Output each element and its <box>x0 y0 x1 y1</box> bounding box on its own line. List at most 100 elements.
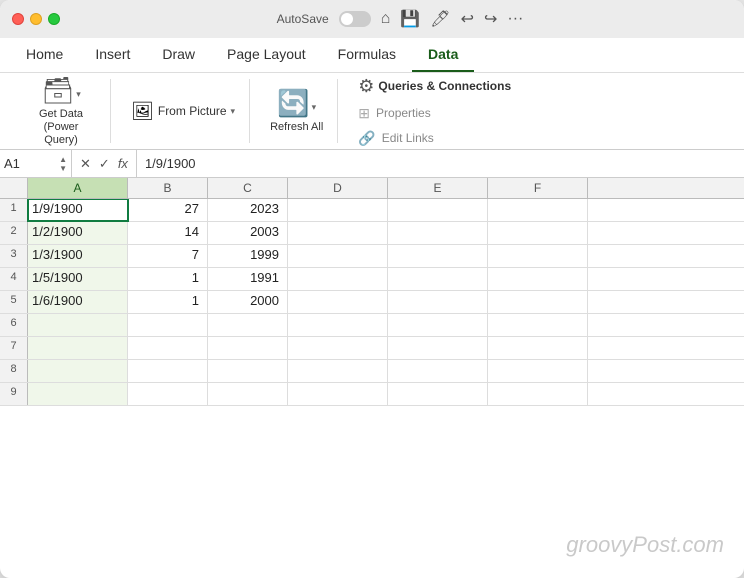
row-number: 4 <box>0 268 28 290</box>
cell-b9[interactable] <box>128 383 208 405</box>
maximize-button[interactable] <box>48 13 60 25</box>
cell-f4[interactable] <box>488 268 588 290</box>
cell-b4[interactable]: 1 <box>128 268 208 290</box>
cell-d5[interactable] <box>288 291 388 313</box>
refresh-all-button[interactable]: 🔄 ▾ Refresh All <box>264 84 329 138</box>
cell-a9[interactable] <box>28 383 128 405</box>
col-header-a[interactable]: A <box>28 178 128 198</box>
cell-f8[interactable] <box>488 360 588 382</box>
cell-c5[interactable]: 2000 <box>208 291 288 313</box>
tab-draw[interactable]: Draw <box>146 38 211 72</box>
cell-e7[interactable] <box>388 337 488 359</box>
confirm-formula-icon[interactable]: ✓ <box>99 156 110 172</box>
cell-d4[interactable] <box>288 268 388 290</box>
cell-b8[interactable] <box>128 360 208 382</box>
cell-a5[interactable]: 1/6/1900 <box>28 291 128 313</box>
autosave-toggle[interactable] <box>339 11 371 27</box>
cell-d6[interactable] <box>288 314 388 336</box>
traffic-lights <box>12 13 60 25</box>
cell-a2[interactable]: 1/2/1900 <box>28 222 128 244</box>
table-row: 11/9/1900272023 <box>0 199 744 222</box>
cell-b3[interactable]: 7 <box>128 245 208 267</box>
minimize-button[interactable] <box>30 13 42 25</box>
cell-d2[interactable] <box>288 222 388 244</box>
cell-d9[interactable] <box>288 383 388 405</box>
cell-e5[interactable] <box>388 291 488 313</box>
row-number: 9 <box>0 383 28 405</box>
cell-e6[interactable] <box>388 314 488 336</box>
cell-a7[interactable] <box>28 337 128 359</box>
cell-e9[interactable] <box>388 383 488 405</box>
fx-label[interactable]: fx <box>118 156 128 171</box>
home-icon[interactable]: ⌂ <box>381 10 391 28</box>
cell-f3[interactable] <box>488 245 588 267</box>
cell-c3[interactable]: 1999 <box>208 245 288 267</box>
cell-f2[interactable] <box>488 222 588 244</box>
col-header-f[interactable]: F <box>488 178 588 198</box>
col-header-d[interactable]: D <box>288 178 388 198</box>
cell-d1[interactable] <box>288 199 388 221</box>
row-number: 6 <box>0 314 28 336</box>
cell-a1[interactable]: 1/9/1900 <box>28 199 128 221</box>
edit-icon[interactable]: 🖊 <box>430 9 450 29</box>
cell-d7[interactable] <box>288 337 388 359</box>
formula-input[interactable]: 1/9/1900 <box>137 156 744 171</box>
cell-e4[interactable] <box>388 268 488 290</box>
cell-f1[interactable] <box>488 199 588 221</box>
close-button[interactable] <box>12 13 24 25</box>
cell-d3[interactable] <box>288 245 388 267</box>
cell-c7[interactable] <box>208 337 288 359</box>
cell-reference: A1 <box>4 156 20 171</box>
cell-b6[interactable] <box>128 314 208 336</box>
cell-b2[interactable]: 14 <box>128 222 208 244</box>
cell-e1[interactable] <box>388 199 488 221</box>
col-header-b[interactable]: B <box>128 178 208 198</box>
cell-a4[interactable]: 1/5/1900 <box>28 268 128 290</box>
cell-e3[interactable] <box>388 245 488 267</box>
cell-ref-arrows[interactable]: ▲ ▼ <box>59 155 67 173</box>
from-picture-button[interactable]: 🖼 From Picture ▾ <box>125 98 241 125</box>
tab-data[interactable]: Data <box>412 38 474 72</box>
col-header-e[interactable]: E <box>388 178 488 198</box>
formula-controls: ✕ ✓ fx <box>72 150 137 177</box>
cell-d8[interactable] <box>288 360 388 382</box>
properties-button[interactable]: ⊞ Properties <box>352 102 517 125</box>
edit-links-button[interactable]: 🔗 Edit Links <box>352 127 517 150</box>
row-number: 3 <box>0 245 28 267</box>
tab-home[interactable]: Home <box>10 38 79 72</box>
redo-icon[interactable]: ↪ <box>484 9 497 29</box>
cell-f9[interactable] <box>488 383 588 405</box>
cell-f6[interactable] <box>488 314 588 336</box>
queries-connections-button[interactable]: ⚙ Queries & Connections <box>352 73 517 100</box>
cell-a6[interactable] <box>28 314 128 336</box>
cell-f5[interactable] <box>488 291 588 313</box>
cell-a8[interactable] <box>28 360 128 382</box>
cell-c2[interactable]: 2003 <box>208 222 288 244</box>
picture-icon: 🖼 <box>131 101 154 122</box>
cell-e2[interactable] <box>388 222 488 244</box>
cell-reference-box[interactable]: A1 ▲ ▼ <box>0 150 72 177</box>
spreadsheet-body[interactable]: 11/9/190027202321/2/190014200331/3/19007… <box>0 199 744 578</box>
undo-icon[interactable]: ↩ <box>461 9 474 29</box>
cell-c6[interactable] <box>208 314 288 336</box>
save-icon[interactable]: 💾 <box>400 9 420 29</box>
cell-c9[interactable] <box>208 383 288 405</box>
tab-insert[interactable]: Insert <box>79 38 146 72</box>
cell-b1[interactable]: 27 <box>128 199 208 221</box>
cell-c1[interactable]: 2023 <box>208 199 288 221</box>
col-header-c[interactable]: C <box>208 178 288 198</box>
cell-b7[interactable] <box>128 337 208 359</box>
get-data-button[interactable]: 🗃 ▾ Get Data (Power Query) <box>20 71 102 152</box>
tab-page-layout[interactable]: Page Layout <box>211 38 322 72</box>
table-row: 31/3/190071999 <box>0 245 744 268</box>
cell-c4[interactable]: 1991 <box>208 268 288 290</box>
ribbon-tabs: Home Insert Draw Page Layout Formulas Da… <box>0 38 744 73</box>
cell-c8[interactable] <box>208 360 288 382</box>
cancel-formula-icon[interactable]: ✕ <box>80 156 91 172</box>
cell-a3[interactable]: 1/3/1900 <box>28 245 128 267</box>
cell-e8[interactable] <box>388 360 488 382</box>
more-icon[interactable]: ··· <box>507 10 523 28</box>
cell-b5[interactable]: 1 <box>128 291 208 313</box>
tab-formulas[interactable]: Formulas <box>322 38 412 72</box>
cell-f7[interactable] <box>488 337 588 359</box>
